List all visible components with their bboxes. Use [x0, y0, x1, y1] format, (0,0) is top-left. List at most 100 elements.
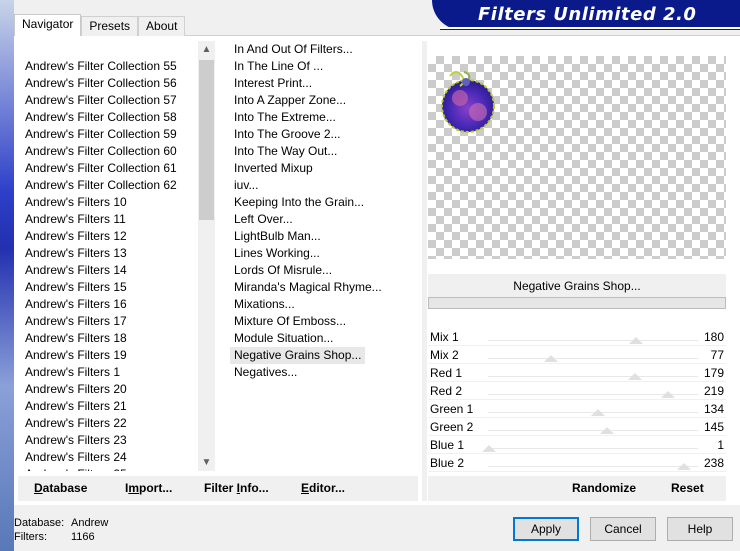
param-value: 219	[703, 384, 724, 398]
param-label: Red 2	[430, 384, 463, 398]
category-item[interactable]: Andrew's Filters 1	[25, 364, 120, 381]
param-row[interactable]: Green 2 145	[428, 418, 726, 436]
param-row[interactable]: Mix 1 180	[428, 328, 726, 346]
category-item[interactable]: Andrew's Filters 10	[25, 194, 127, 211]
category-item[interactable]: Andrew's Filters 24	[25, 449, 127, 466]
category-item[interactable]: Andrew's Filters 16	[25, 296, 127, 313]
category-item[interactable]: Andrew's Filters 19	[25, 347, 127, 364]
filter-item[interactable]: Lines Working...	[230, 245, 324, 262]
filter-item[interactable]: Miranda's Magical Rhyme...	[230, 279, 386, 296]
param-label: Green 2	[430, 420, 474, 434]
filter-item[interactable]: Mixations...	[230, 296, 299, 313]
param-slider-thumb[interactable]	[591, 409, 606, 416]
filters-status-label: Filters:	[14, 531, 47, 543]
tab-presets[interactable]: Presets	[81, 16, 139, 36]
chevron-down-icon[interactable]: ▼	[198, 454, 215, 471]
param-slider-track[interactable]	[488, 340, 698, 341]
param-slider-track[interactable]	[488, 466, 698, 467]
status-area: Database: Andrew Filters: 1166	[14, 516, 154, 544]
filter-item[interactable]: Keeping Into the Grain...	[230, 194, 368, 211]
filter-item[interactable]: In The Line Of ...	[230, 58, 327, 75]
param-slider-track[interactable]	[488, 448, 698, 449]
category-item[interactable]: Andrew's Filter Collection 56	[25, 75, 177, 92]
category-item[interactable]: Andrew's Filter Collection 55	[25, 58, 177, 75]
divider	[422, 41, 427, 501]
filter-item[interactable]: Left Over...	[230, 211, 297, 228]
param-row[interactable]: Red 1 179	[428, 364, 726, 382]
category-item[interactable]: Andrew's Filters 25	[25, 466, 127, 471]
filter-item[interactable]: Into The Extreme...	[230, 109, 340, 126]
filter-item[interactable]: Lords Of Misrule...	[230, 262, 336, 279]
param-slider-thumb[interactable]	[661, 391, 676, 398]
param-slider-thumb[interactable]	[600, 427, 615, 434]
param-slider-thumb[interactable]	[544, 355, 559, 362]
filter-item[interactable]: Mixture Of Emboss...	[230, 313, 350, 330]
filter-info-button[interactable]: Filter Info...	[204, 476, 269, 501]
category-item[interactable]: Andrew's Filters 23	[25, 432, 127, 449]
param-slider-track[interactable]	[488, 430, 698, 431]
tab-about[interactable]: About	[138, 16, 186, 36]
import-button-label: port...	[139, 481, 173, 495]
filter-info-button-label: nfo...	[240, 481, 269, 495]
category-item[interactable]: Andrew's Filter Collection 60	[25, 143, 177, 160]
category-item[interactable]: Andrew's Filters 12	[25, 228, 127, 245]
param-slider-thumb[interactable]	[629, 337, 644, 344]
editor-button[interactable]: Editor...	[301, 476, 345, 501]
category-list[interactable]: Andrew's Filter Collection 55 Andrew's Fi…	[20, 41, 216, 471]
filter-item[interactable]: Into A Zapper Zone...	[230, 92, 350, 109]
help-button[interactable]: Help	[667, 517, 733, 541]
filter-item[interactable]: Into The Groove 2...	[230, 126, 345, 143]
import-button[interactable]: Import...	[125, 476, 172, 501]
chevron-up-icon[interactable]: ▲	[198, 41, 215, 58]
category-item[interactable]: Andrew's Filters 22	[25, 415, 127, 432]
filter-item[interactable]: Negatives...	[230, 364, 301, 381]
apply-button[interactable]: Apply	[513, 517, 579, 541]
parameter-sliders: Mix 1 180 Mix 2 77 Red 1 179 Red 2 219 Green 1 13…	[428, 328, 726, 473]
database-button[interactable]: Database	[34, 476, 87, 501]
param-slider-thumb[interactable]	[677, 463, 691, 470]
param-row[interactable]: Green 1 134	[428, 400, 726, 418]
database-status-label: Database:	[14, 517, 65, 529]
category-item[interactable]: Andrew's Filters 17	[25, 313, 127, 330]
category-item[interactable]: Andrew's Filter Collection 58	[25, 109, 177, 126]
scrollbar-thumb[interactable]	[199, 60, 214, 220]
cancel-button[interactable]: Cancel	[590, 517, 656, 541]
param-label: Mix 1	[430, 330, 459, 344]
param-row[interactable]: Blue 2 238	[428, 454, 726, 472]
filter-item[interactable]: Module Situation...	[230, 330, 337, 347]
param-value: 180	[703, 330, 724, 344]
filter-item[interactable]: Into The Way Out...	[230, 143, 341, 160]
filter-item[interactable]: In And Out Of Filters...	[230, 41, 357, 58]
category-item[interactable]: Andrew's Filters 20	[25, 381, 127, 398]
category-item[interactable]: Andrew's Filters 15	[25, 279, 127, 296]
param-label: Green 1	[430, 402, 474, 416]
category-item[interactable]: Andrew's Filters 11	[25, 211, 126, 228]
param-slider-track[interactable]	[488, 376, 698, 377]
category-item[interactable]: Andrew's Filters 18	[25, 330, 127, 347]
param-slider-track[interactable]	[488, 358, 698, 359]
category-item[interactable]: Andrew's Filter Collection 59	[25, 126, 177, 143]
filter-item[interactable]: Interest Print...	[230, 75, 316, 92]
category-item[interactable]: Andrew's Filters 14	[25, 262, 127, 279]
param-slider-thumb[interactable]	[481, 445, 496, 452]
param-value: 179	[703, 366, 724, 380]
filter-list[interactable]: In And Out Of Filters... In The Line Of .…	[222, 41, 420, 471]
category-scrollbar[interactable]: ▲ ▼	[198, 41, 215, 471]
category-item[interactable]: Andrew's Filters 13	[25, 245, 127, 262]
filter-item[interactable]: Inverted Mixup	[230, 160, 317, 177]
filter-item[interactable]: iuv...	[230, 177, 262, 194]
filter-item[interactable]: Negative Grains Shop...	[230, 347, 366, 364]
category-item[interactable]: Andrew's Filter Collection 61	[25, 160, 177, 177]
category-item[interactable]: Andrew's Filter Collection 62	[25, 177, 177, 194]
randomize-button[interactable]: Randomize	[572, 476, 636, 501]
param-value: 134	[703, 402, 724, 416]
reset-button[interactable]: Reset	[671, 476, 704, 501]
param-row[interactable]: Mix 2 77	[428, 346, 726, 364]
param-slider-thumb[interactable]	[628, 373, 643, 380]
param-row[interactable]: Blue 1 1	[428, 436, 726, 454]
tab-navigator[interactable]: Navigator	[14, 14, 82, 36]
category-item[interactable]: Andrew's Filter Collection 57	[25, 92, 177, 109]
category-item[interactable]: Andrew's Filters 21	[25, 398, 127, 415]
filter-item[interactable]: LightBulb Man...	[230, 228, 325, 245]
param-row[interactable]: Red 2 219	[428, 382, 726, 400]
